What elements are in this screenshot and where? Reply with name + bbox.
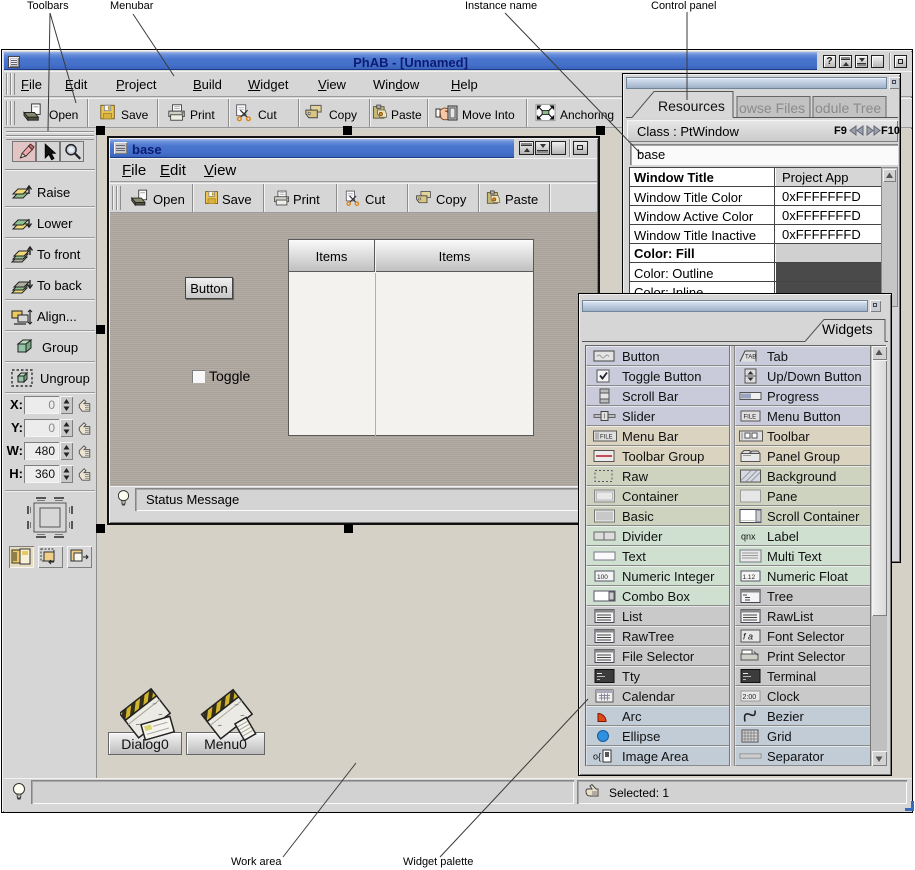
svg-text:TAB: TAB [745, 355, 756, 361]
svg-text:qnx: qnx [741, 532, 756, 542]
svg-text:FILE: FILE [600, 435, 613, 441]
svg-text:f a: f a [743, 632, 753, 642]
svg-text:FILE: FILE [744, 415, 757, 421]
svg-text:o{: o{ [593, 752, 601, 762]
svg-text:2:00: 2:00 [743, 694, 757, 701]
svg-text:1.12: 1.12 [743, 574, 756, 581]
svg-text:100: 100 [597, 574, 608, 581]
